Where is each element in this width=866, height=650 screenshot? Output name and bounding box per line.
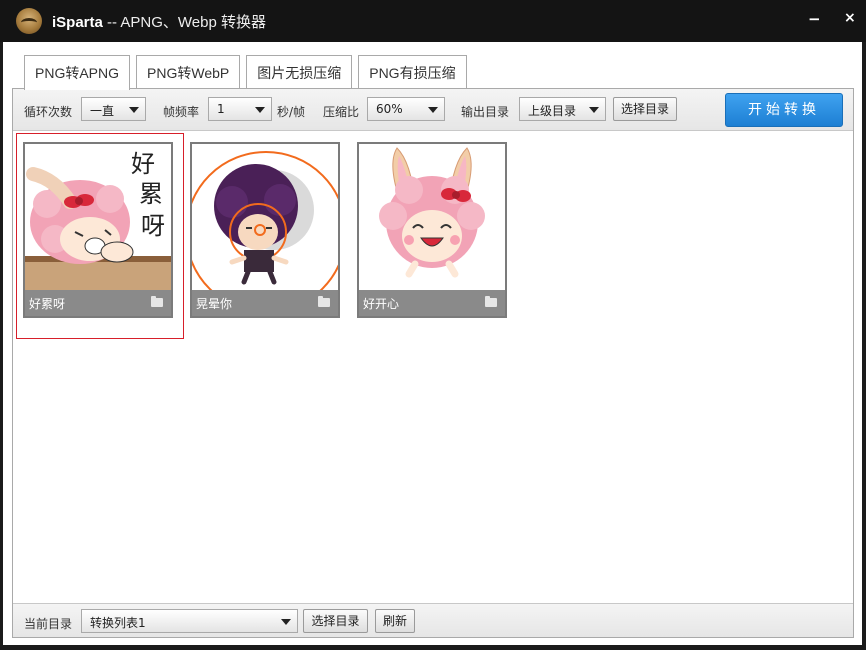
output-dir-value: 上级目录 [528,104,577,118]
status-bar: 当前目录 转换列表1 选择目录 刷新 [13,603,853,637]
window-frame-right [862,42,866,650]
thumbnail-image [192,144,338,290]
image-card[interactable]: 晃晕你 [190,142,340,318]
folder-icon[interactable] [485,296,497,307]
frame-rate-label: 帧频率 [163,105,200,119]
chevron-down-icon [255,107,265,113]
chevron-down-icon [589,107,599,113]
choose-output-dir-button[interactable]: 选择目录 [613,97,677,121]
current-dir-value: 转换列表1 [90,616,146,630]
chevron-down-icon [129,107,139,113]
output-dir-label: 输出目录 [461,105,510,119]
loop-count-value: 一直 [90,104,115,118]
card-caption: 好开心 [359,290,505,316]
choose-current-dir-button[interactable]: 选择目录 [303,609,368,633]
title-bar[interactable]: iSparta -- APNG、Webp 转换器 − × [0,0,866,42]
tab-png-to-webp[interactable]: PNG转WebP [136,55,241,89]
image-name: 晃晕你 [196,297,233,311]
output-dir-select[interactable]: 上级目录 [519,97,606,121]
frame-rate-unit: 秒/帧 [277,105,306,119]
window-frame-bottom [0,645,866,650]
start-convert-button[interactable]: 开始转换 [725,93,843,127]
folder-icon[interactable] [318,296,330,307]
image-name: 好开心 [363,297,400,311]
refresh-button[interactable]: 刷新 [375,609,415,633]
compression-ratio-select[interactable]: 60% [367,97,445,121]
tab-lossless-compress[interactable]: 图片无损压缩 [246,55,353,89]
chevron-down-icon [281,619,291,625]
app-subtitle: -- APNG、Webp 转换器 [102,13,266,31]
tab-lossy-compress[interactable]: PNG有损压缩 [358,55,467,89]
current-dir-label: 当前目录 [24,617,73,631]
frame-rate-select[interactable]: 1 [208,97,272,121]
app-window: iSparta -- APNG、Webp 转换器 − × PNG转APNG PN… [0,0,866,650]
thumbnail-image [359,144,505,290]
close-button[interactable]: × [844,10,856,26]
selected-item-highlight [16,133,184,339]
app-logo-icon [16,8,42,34]
frame-rate-value: 1 [217,102,225,116]
tab-png-to-apng[interactable]: PNG转APNG [24,55,131,90]
loop-count-select[interactable]: 一直 [81,97,146,121]
loop-count-label: 循环次数 [24,105,73,119]
chevron-down-icon [428,107,438,113]
current-dir-select[interactable]: 转换列表1 [81,609,298,633]
tab-bar: PNG转APNG PNG转WebP 图片无损压缩 PNG有损压缩 [24,55,473,90]
image-card[interactable]: 好开心 [357,142,507,318]
compression-ratio-value: 60% [376,102,403,116]
window-title: iSparta -- APNG、Webp 转换器 [52,11,266,32]
compression-ratio-label: 压缩比 [323,105,360,119]
card-caption: 晃晕你 [192,290,338,316]
minimize-button[interactable]: − [808,10,821,28]
app-brand: iSparta [52,13,103,31]
window-frame-left [0,42,3,650]
